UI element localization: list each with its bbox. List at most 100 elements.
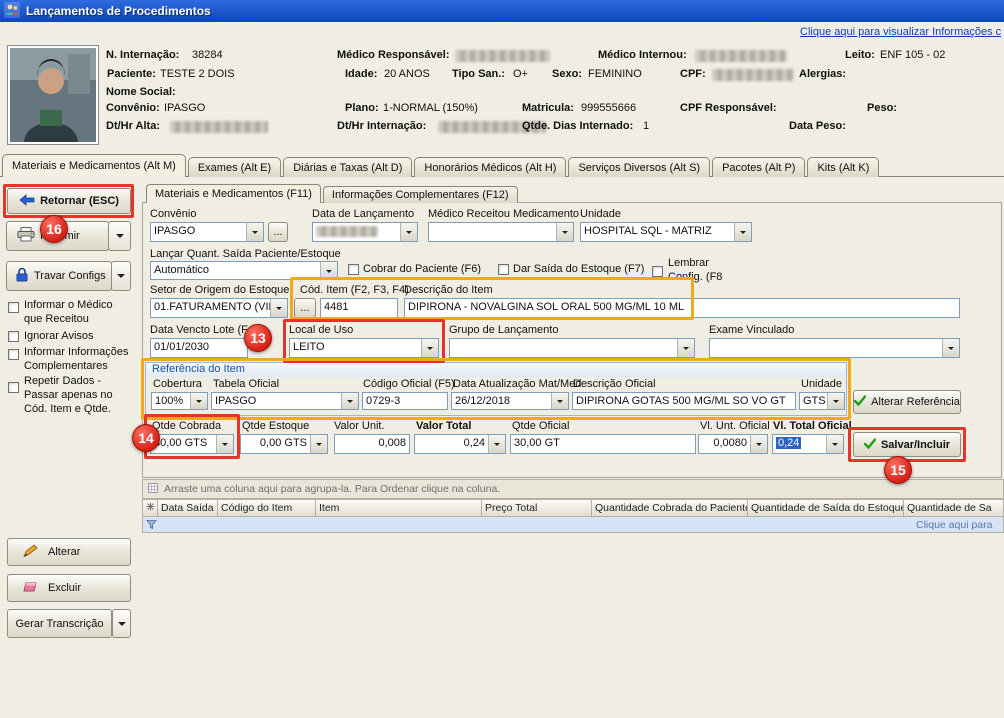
alterar-button[interactable]: Alterar xyxy=(7,538,131,566)
vl-unt-oficial-select[interactable]: 0,0080 xyxy=(698,434,768,454)
data-atualizacao-value: 26/12/2018 xyxy=(452,393,551,409)
exame-vinculado-select[interactable] xyxy=(709,338,960,358)
medico-receitou-select[interactable] xyxy=(428,222,574,242)
data-vencto-label: Data Vencto Lote (F xyxy=(150,324,248,336)
valor-unit-input[interactable]: 0,008 xyxy=(334,434,410,454)
tab-complementares-f12[interactable]: Informações Complementares (F12) xyxy=(323,186,518,203)
alterar-referencia-button[interactable]: Alterar Referência xyxy=(853,390,961,414)
descricao-item-input[interactable]: DIPIRONA - NOVALGINA SOL ORAL 500 MG/ML … xyxy=(404,298,960,318)
grid-groupby-hint: Arraste uma coluna aqui para agrupa-la. … xyxy=(164,483,500,495)
data-vencto-input[interactable]: 01/01/2030 xyxy=(150,338,248,358)
grid-filter-row[interactable] xyxy=(142,517,1004,533)
sexo-label: Sexo: xyxy=(552,68,582,80)
chevron-down-icon[interactable] xyxy=(942,339,959,357)
check-icon xyxy=(864,438,876,452)
chevron-down-icon[interactable] xyxy=(310,435,327,453)
chevron-down-icon[interactable] xyxy=(320,262,337,279)
cod-item-input[interactable]: 4481 xyxy=(320,298,398,318)
chevron-down-icon[interactable] xyxy=(827,393,844,409)
travar-configs-button[interactable]: Travar Configs xyxy=(6,261,112,291)
repetir-dados-checkbox[interactable] xyxy=(8,382,19,393)
cod-item-browse-button[interactable]: ... xyxy=(294,298,316,318)
ignorar-avisos-checkbox[interactable] xyxy=(8,331,19,342)
qtde-cobrada-value: 30,00 GTS xyxy=(151,435,216,453)
col-header-codigo-item[interactable]: Código do Item xyxy=(218,499,316,517)
salvar-incluir-button[interactable]: Salvar/Incluir xyxy=(853,432,961,457)
col-header-item[interactable]: Item xyxy=(316,499,482,517)
unidade-select[interactable]: HOSPITAL SQL - MATRIZ xyxy=(580,222,752,242)
descricao-oficial-input[interactable]: DIPIRONA GOTAS 500 MG/ML SO VO GT xyxy=(572,392,796,410)
chevron-down-icon[interactable] xyxy=(270,299,287,317)
filter-funnel-icon[interactable] xyxy=(146,519,157,533)
dar-saida-checkbox[interactable] xyxy=(498,264,509,275)
cobrar-paciente-label: Cobrar do Paciente (F6) xyxy=(363,263,481,277)
idade-label: Idade: xyxy=(345,68,377,80)
chevron-down-icon[interactable] xyxy=(556,223,573,241)
col-header-data-saida[interactable]: Data Saída xyxy=(158,499,218,517)
grid-groupby-bar[interactable]: Arraste uma coluna aqui para agrupa-la. … xyxy=(142,479,1004,499)
chevron-down-icon[interactable] xyxy=(190,393,207,409)
convenio-label: Convênio xyxy=(150,208,196,220)
vl-total-oficial-select[interactable]: 0,24 xyxy=(772,434,844,454)
tab-honorarios-medicos[interactable]: Honorários Médicos (Alt H) xyxy=(414,157,566,177)
convenio-browse-button[interactable]: ... xyxy=(268,222,288,242)
grupo-lancamento-select[interactable] xyxy=(449,338,695,358)
tab-pacotes[interactable]: Pacotes (Alt P) xyxy=(712,157,805,177)
chevron-down-icon[interactable] xyxy=(750,435,767,453)
convenio-select[interactable]: IPASGO xyxy=(150,222,264,242)
imprimir-dropdown-arrow[interactable] xyxy=(108,221,131,251)
tab-exames[interactable]: Exames (Alt E) xyxy=(188,157,281,177)
title-bar: Lançamentos de Procedimentos xyxy=(0,0,1004,22)
tabela-oficial-value: IPASGO xyxy=(212,393,341,409)
lancar-quant-select[interactable]: Automático xyxy=(150,261,338,280)
valor-total-label: Valor Total xyxy=(416,420,471,432)
sexo-value: FEMININO xyxy=(588,68,642,80)
gerar-transcricao-dropdown-arrow[interactable] xyxy=(112,609,131,638)
codigo-oficial-input[interactable]: 0729-3 xyxy=(362,392,448,410)
lembrar-config-checkbox[interactable] xyxy=(652,266,663,277)
tab-servicos-diversos[interactable]: Serviços Diversos (Alt S) xyxy=(568,157,710,177)
matricula-value: 999555666 xyxy=(581,102,636,114)
chevron-down-icon[interactable] xyxy=(216,435,233,453)
tab-diarias-taxas[interactable]: Diárias e Taxas (Alt D) xyxy=(283,157,412,177)
chevron-down-icon[interactable] xyxy=(246,223,263,241)
tab-kits[interactable]: Kits (Alt K) xyxy=(807,157,879,177)
data-atualizacao-select[interactable]: 26/12/2018 xyxy=(451,392,569,410)
chevron-down-icon[interactable] xyxy=(826,435,843,453)
chevron-down-icon[interactable] xyxy=(677,339,694,357)
cobertura-select[interactable]: 100% xyxy=(151,392,208,410)
qtde-cobrada-select[interactable]: 30,00 GTS xyxy=(150,434,234,454)
qtde-estoque-select[interactable]: 0,00 GTS xyxy=(240,434,328,454)
tab-materiais-f11[interactable]: Materiais e Medicamentos (F11) xyxy=(146,184,321,203)
local-uso-select[interactable]: LEITO xyxy=(289,338,439,358)
cobrar-paciente-checkbox[interactable] xyxy=(348,264,359,275)
informar-complementares-checkbox[interactable] xyxy=(8,349,19,360)
unidade-oficial-select[interactable]: GTS xyxy=(799,392,845,410)
setor-origem-select[interactable]: 01.FATURAMENTO (VIRT xyxy=(150,298,288,318)
valor-total-select[interactable]: 0,24 xyxy=(414,434,506,454)
col-header-preco-total[interactable]: Preço Total xyxy=(482,499,592,517)
tab-materiais-medicamentos[interactable]: Materiais e Medicamentos (Alt M) xyxy=(2,154,186,177)
medico-resp-redacted xyxy=(455,50,550,62)
unidade-oficial-label: Unidade xyxy=(801,378,842,390)
informar-medico-checkbox[interactable] xyxy=(8,302,19,313)
chevron-down-icon[interactable] xyxy=(421,339,438,357)
travar-configs-dropdown-arrow[interactable] xyxy=(111,261,131,291)
chevron-down-icon[interactable] xyxy=(488,435,505,453)
col-header-qtd-sa[interactable]: Quantidade de Sa xyxy=(904,499,1004,517)
tabela-oficial-select[interactable]: IPASGO xyxy=(211,392,359,410)
local-uso-label: Local de Uso xyxy=(289,324,353,336)
chevron-down-icon[interactable] xyxy=(551,393,568,409)
col-header-qtd-cobrada[interactable]: Quantidade Cobrada do Paciente xyxy=(592,499,748,517)
qtde-oficial-input[interactable]: 30,00 GT xyxy=(510,434,696,454)
retornar-button[interactable]: Retornar (ESC) xyxy=(7,188,131,214)
chevron-down-icon[interactable] xyxy=(734,223,751,241)
gerar-transcricao-button[interactable]: Gerar Transcrição xyxy=(7,609,112,638)
chevron-down-icon[interactable] xyxy=(341,393,358,409)
chevron-down-icon[interactable] xyxy=(400,223,417,241)
col-header-qtd-saida[interactable]: Quantidade de Saída do Estoque xyxy=(748,499,904,517)
view-info-link[interactable]: Clique aqui para visualizar Informações … xyxy=(800,26,1004,38)
medico-internou-redacted xyxy=(695,50,787,62)
data-peso-label: Data Peso: xyxy=(789,120,846,132)
excluir-button[interactable]: Excluir xyxy=(7,574,131,602)
